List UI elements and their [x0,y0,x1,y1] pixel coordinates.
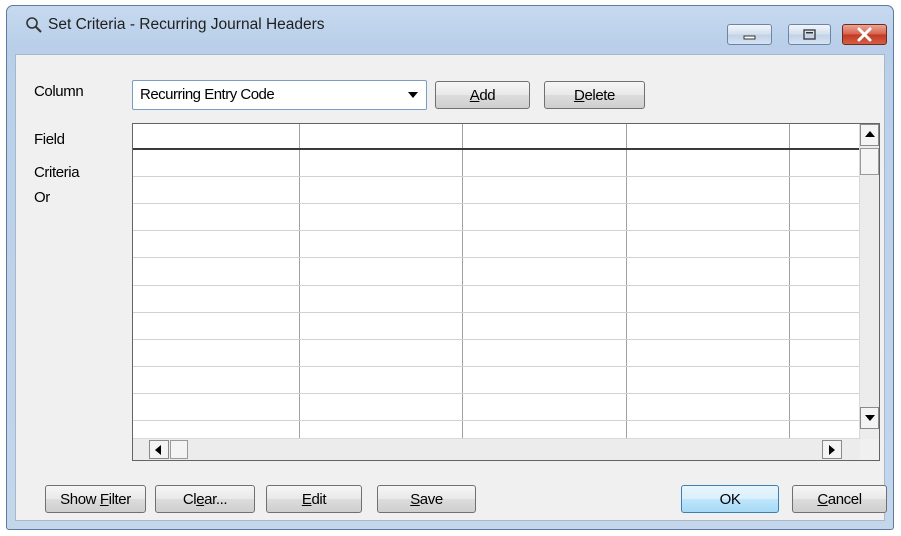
grid-cells[interactable] [133,124,861,438]
close-icon [857,27,872,42]
maximize-icon [803,29,816,40]
vertical-scroll-thumb[interactable] [860,148,879,175]
column-divider [626,124,627,438]
arrow-left-icon [155,445,161,455]
window-title: Set Criteria - Recurring Journal Headers [48,16,325,33]
dialog-body: Column Recurring Entry Code Add Delete F… [15,54,887,521]
grid-header-divider [133,148,861,150]
arrow-up-icon [865,131,875,137]
row-divider [133,420,861,421]
scroll-left-button[interactable] [149,440,169,459]
edit-button[interactable]: Edit [266,485,362,513]
row-divider [133,176,861,177]
title-bar: Set Criteria - Recurring Journal Headers [7,6,893,45]
minimize-icon [743,35,756,40]
scroll-up-button[interactable] [860,124,879,146]
horizontal-scrollbar[interactable] [133,438,861,460]
row-divider [133,339,861,340]
column-divider [789,124,790,438]
scroll-down-button[interactable] [860,407,879,429]
add-button[interactable]: Add [435,81,530,109]
horizontal-scroll-thumb[interactable] [170,440,188,459]
show-filter-button[interactable]: Show Filter [45,485,146,513]
magnifier-icon [26,17,42,33]
save-button[interactable]: Save [377,485,476,513]
row-divider [133,230,861,231]
column-divider [462,124,463,438]
maximize-button[interactable] [788,24,831,45]
row-label-criteria: Criteria [34,164,80,181]
minimize-button[interactable] [727,24,772,45]
arrow-down-icon [865,415,875,421]
row-divider [133,366,861,367]
column-label: Column [34,83,84,100]
column-select[interactable]: Recurring Entry Code [132,80,427,110]
row-label-or: Or [34,189,50,206]
column-divider [299,124,300,438]
column-select-value: Recurring Entry Code [140,86,275,103]
row-divider [133,203,861,204]
scroll-right-button[interactable] [822,440,842,459]
row-divider [133,312,861,313]
row-divider [133,257,861,258]
arrow-right-icon [829,445,835,455]
vertical-scrollbar[interactable] [859,124,879,440]
clear-button[interactable]: Cl e ar... [155,485,255,513]
row-divider [133,393,861,394]
row-divider [133,285,861,286]
criteria-grid[interactable] [132,123,880,461]
chevron-down-icon [408,92,418,98]
delete-button[interactable]: Delete [544,81,645,109]
ok-button[interactable]: OK [681,485,779,513]
dialog-window: Set Criteria - Recurring Journal Headers… [6,5,894,530]
scrollbar-corner [860,439,879,460]
close-button[interactable] [842,24,887,45]
row-label-field: Field [34,131,65,148]
cancel-button[interactable]: Cancel [792,485,887,513]
